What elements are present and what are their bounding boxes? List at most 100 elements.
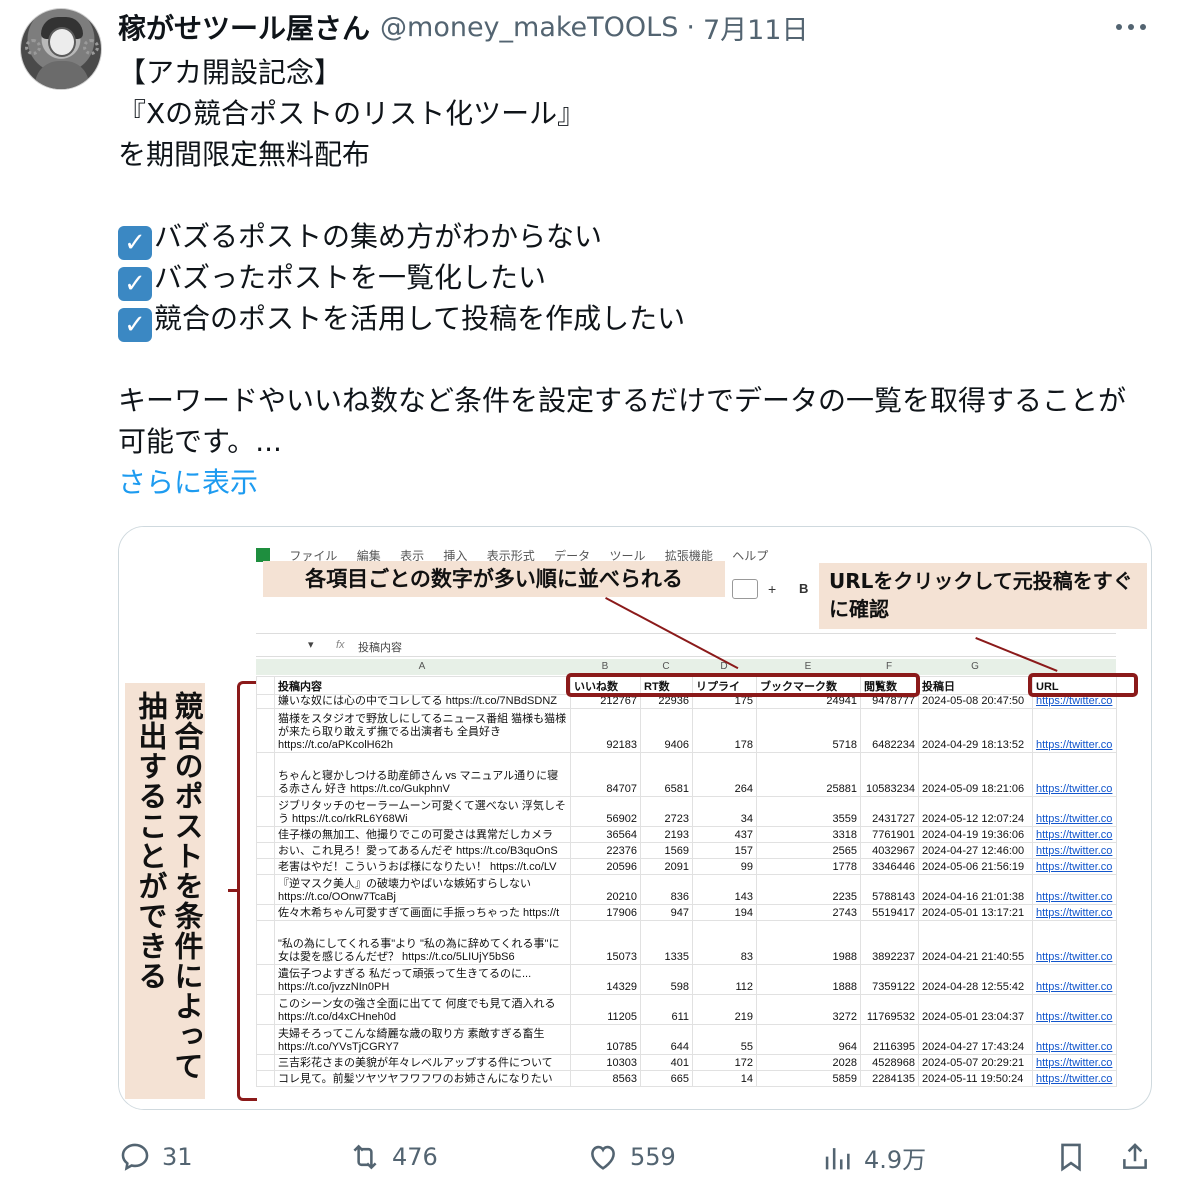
bookmark-cell: 3318: [756, 826, 861, 843]
rt-cell: 1335: [640, 920, 693, 965]
formula-content: 投稿内容: [358, 642, 402, 654]
views-cell: 3346446: [860, 858, 919, 875]
check-mark-icon: ✓: [118, 267, 152, 301]
table-row: おい、これ見ろ！愛ってあるんだぞ https://t.co/B3quOnS 223…: [256, 842, 1117, 859]
row-number: [256, 694, 275, 709]
url-callout: URLをクリックして元投稿をすぐに確認: [819, 563, 1147, 629]
date-cell: 2024-05-08 20:47:50: [918, 694, 1033, 709]
views-cell: 2284135: [860, 1070, 919, 1087]
url-link[interactable]: https://twitter.co: [1032, 994, 1117, 1025]
check-item-text: バズったポストを一覧化したい: [154, 261, 547, 294]
views-cell: 5788143: [860, 874, 919, 905]
bookmark-button[interactable]: [1054, 1140, 1098, 1174]
views-cell: 5519417: [860, 904, 919, 921]
url-link[interactable]: https://twitter.co: [1032, 904, 1117, 921]
repost-button[interactable]: 476: [348, 1140, 438, 1174]
rt-cell: 644: [640, 1024, 693, 1055]
rt-cell: 611: [640, 994, 693, 1025]
gear-icon: [25, 39, 41, 55]
date-cell: 2024-05-11 19:50:24: [918, 1070, 1033, 1087]
url-link[interactable]: https://twitter.co: [1032, 752, 1117, 797]
post-text-cell: 三吉彩花さまの美貌が年々レベルアップする件について: [274, 1054, 571, 1071]
url-link[interactable]: https://twitter.co: [1032, 858, 1117, 875]
post-body: 【アカ開設記念】 『Xの競合ポストのリスト化ツール』 を期間限定無料配布 ✓ バズ…: [118, 52, 1148, 503]
url-link[interactable]: https://twitter.co: [1032, 1024, 1117, 1055]
rt-cell: 2723: [640, 796, 693, 827]
col-letter: B: [601, 661, 609, 672]
reply-button[interactable]: 31: [118, 1140, 193, 1174]
table-row: このシーン女の強さ全面に出てて 何度でも見て酒入れる https://t.co/…: [256, 994, 1117, 1025]
bookmark-cell: 5718: [756, 708, 861, 753]
reply-cell: 264: [692, 752, 757, 797]
url-link[interactable]: https://twitter.co: [1032, 708, 1117, 753]
row-number: [256, 904, 275, 921]
formula-bar: ▾ fx 投稿内容: [256, 633, 1116, 657]
post-paragraph: キーワードやいいね数など条件を設定するだけでデータの一覧を取得することが可能です…: [118, 384, 1127, 458]
post-date[interactable]: 7月11日: [703, 8, 809, 47]
col-letter: E: [804, 661, 812, 672]
row-number: [256, 752, 275, 797]
url-link[interactable]: https://twitter.co: [1032, 1070, 1117, 1087]
bookmark-icon: [1061, 1143, 1081, 1172]
likes-cell: 10303: [570, 1054, 641, 1071]
header-separator: ·: [686, 11, 695, 43]
row-number: [256, 874, 275, 905]
row-number: [256, 964, 275, 995]
header-cell: RT数: [640, 676, 693, 695]
avatar[interactable]: [20, 8, 102, 90]
likes-cell: 22376: [570, 842, 641, 859]
rt-cell: 2091: [640, 858, 693, 875]
sheets-logo-icon: [256, 548, 270, 562]
url-link[interactable]: https://twitter.co: [1032, 964, 1117, 995]
post-text-cell: "私の為にしてくれる事"より "私の為に辞めてくれる事"に女は愛を感じるんだぜ？…: [274, 920, 571, 965]
url-link[interactable]: https://twitter.co: [1032, 694, 1117, 709]
url-link[interactable]: https://twitter.co: [1032, 796, 1117, 827]
bookmark-cell: 1988: [756, 920, 861, 965]
check-item-text: バズるポストの集め方がわからない: [154, 220, 603, 253]
row-number: [256, 1070, 275, 1087]
views-cell: 2431727: [860, 796, 919, 827]
rt-cell: 1569: [640, 842, 693, 859]
table-row: 老害はやだ！こういうおば様になりたい！ https://t.co/LV 20596…: [256, 858, 1117, 875]
date-cell: 2024-05-07 20:29:21: [918, 1054, 1033, 1071]
row-number: [256, 676, 275, 695]
bookmark-cell: 3272: [756, 994, 861, 1025]
url-link[interactable]: https://twitter.co: [1032, 826, 1117, 843]
url-link[interactable]: https://twitter.co: [1032, 842, 1117, 859]
side-callout-text: 競合のポストを条件によって抽出することができる: [134, 691, 204, 1081]
col-letter: D: [720, 661, 728, 672]
author-handle[interactable]: @money_makeTOOLS: [380, 12, 678, 43]
reply-cell: 178: [692, 708, 757, 753]
reply-bubble-icon: [121, 1143, 149, 1171]
header-cell: リプライ: [692, 676, 757, 695]
url-link[interactable]: https://twitter.co: [1032, 920, 1117, 965]
post-text-cell: ジブリタッチのセーラームーン可愛くて選べない 浮気しそう https://t.c…: [274, 796, 571, 827]
date-cell: 2024-05-01 13:17:21: [918, 904, 1033, 921]
reply-cell: 99: [692, 858, 757, 875]
author-name[interactable]: 稼がせツール屋さん: [118, 7, 370, 47]
more-dots-icon[interactable]: [1116, 16, 1146, 38]
likes-cell: 10785: [570, 1024, 641, 1055]
sort-callout: 各項目ごとの数字が多い順に並べられる: [263, 561, 725, 597]
show-more-link[interactable]: さらに表示: [118, 462, 1148, 503]
url-link[interactable]: https://twitter.co: [1032, 1054, 1117, 1071]
col-letter: A: [418, 661, 426, 672]
share-button[interactable]: [1118, 1140, 1162, 1174]
post-image[interactable]: 競合のポストを条件によって抽出することができる ファイル 編集 表示 挿入 表示…: [118, 526, 1152, 1110]
row-number: [256, 994, 275, 1025]
post-text-cell: コレ見て。前髪ツヤツヤフワフワのお姉さんになりたい: [274, 1070, 571, 1087]
col-letter: F: [885, 661, 893, 672]
url-link[interactable]: https://twitter.co: [1032, 874, 1117, 905]
rt-cell: 947: [640, 904, 693, 921]
post-text-cell: 佐々木希ちゃん可愛すぎて画面に手振っちゃった https://t: [274, 904, 571, 921]
fx-icon: fx: [336, 639, 345, 651]
views-cell: 7761901: [860, 826, 919, 843]
like-button[interactable]: 559: [586, 1140, 676, 1174]
rt-cell: 665: [640, 1070, 693, 1087]
post-text-cell: 夫婦そろってこんな綺麗な歳の取り方 素敵すぎる畜生 https://t.co/Y…: [274, 1024, 571, 1055]
views-button[interactable]: 4.9万: [820, 1140, 926, 1175]
rt-cell: 401: [640, 1054, 693, 1071]
gear-icon: [83, 39, 99, 55]
